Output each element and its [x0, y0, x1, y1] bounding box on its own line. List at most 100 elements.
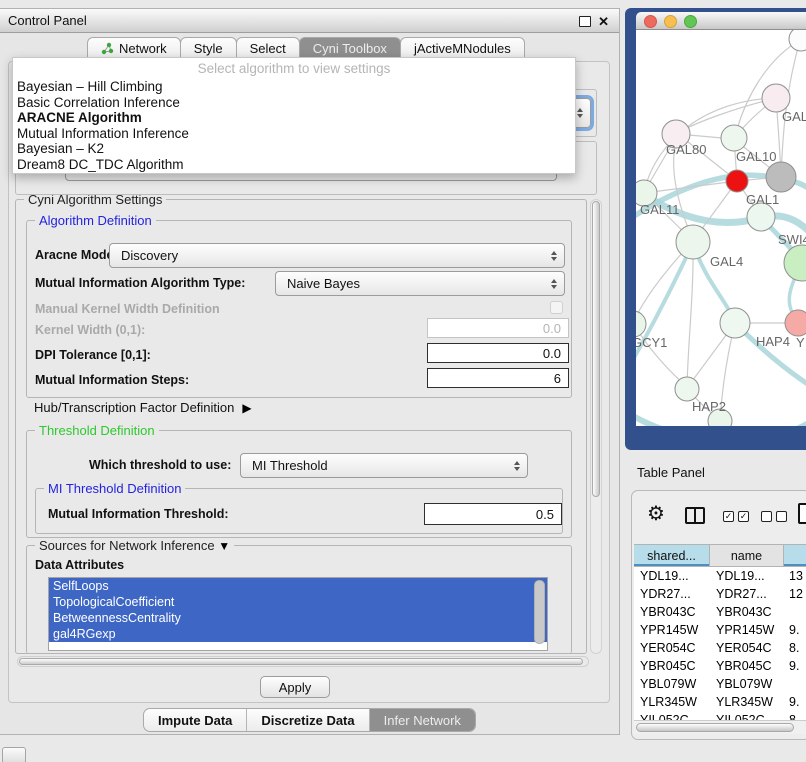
node-gal1-red[interactable] [726, 170, 748, 192]
table-row[interactable]: YDR27...YDR27...12 [634, 585, 806, 603]
split-view-icon[interactable] [685, 507, 705, 524]
node-green-right[interactable] [784, 245, 806, 281]
network-graph: GAL GAL80 GAL10 GAL1 GAL11 SWI4 GAL4 GCY… [636, 30, 806, 426]
edge [644, 181, 737, 193]
table-row[interactable]: YDL19...YDL19...13 [634, 567, 806, 585]
tab-discretize-data[interactable]: Discretize Data [246, 709, 368, 731]
mi-threshold-field[interactable]: 0.5 [424, 503, 562, 525]
network-view-window: GAL GAL80 GAL10 GAL1 GAL11 SWI4 GAL4 GCY… [625, 8, 806, 450]
mi-threshold-definition-group: MI Threshold Definition Mutual Informati… [35, 488, 563, 534]
sources-legend[interactable]: Sources for Network Inference ▼ [35, 538, 234, 553]
algorithm-definition-legend: Algorithm Definition [35, 213, 156, 228]
mi-algorithm-type-combobox[interactable]: Naive Bayes [275, 271, 565, 296]
node-gal-top[interactable] [762, 84, 790, 112]
hub-definition-expander[interactable]: Hub/Transcription Factor Definition ▶ [34, 400, 252, 415]
table-row[interactable]: YBR045CYBR045C9. [634, 657, 806, 675]
table-row[interactable]: YBL079WYBL079W [634, 675, 806, 693]
deselect-all-icon[interactable] [761, 511, 787, 522]
node-top-right[interactable] [789, 30, 806, 51]
tab-cyni-toolbox[interactable]: Cyni Toolbox [299, 37, 401, 59]
node-gray[interactable] [766, 162, 796, 192]
combo-stepper-icon [514, 461, 520, 471]
attribute-item[interactable]: gal4RGexp [49, 626, 547, 642]
window-buttons: ✕ [579, 9, 609, 33]
cyni-bottom-tab-bar: Impute Data Discretize Data Infer Networ… [143, 708, 476, 732]
which-threshold-combobox[interactable]: MI Threshold [240, 453, 528, 478]
mac-zoom-icon[interactable] [684, 15, 697, 28]
node-label: SWI4 [778, 232, 806, 247]
expander-expanded-icon: ▼ [218, 539, 230, 553]
node-label: GAL1 [746, 192, 779, 207]
combo-stepper-icon [551, 251, 557, 261]
tab-impute-data[interactable]: Impute Data [144, 709, 246, 731]
table-hscroll-thumb[interactable] [636, 723, 794, 732]
close-icon[interactable]: ✕ [598, 15, 609, 28]
node-label: Y [796, 335, 805, 350]
table-header-row: shared... name A [634, 544, 806, 567]
float-window-icon[interactable] [579, 16, 591, 27]
new-document-icon[interactable] [798, 503, 806, 524]
mac-minimize-icon[interactable] [664, 15, 677, 28]
algorithm-dropdown-prompt: Select algorithm to view settings [13, 58, 575, 79]
tab-infer-network[interactable]: Infer Network [369, 709, 475, 731]
settings-horizontal-scrollbar[interactable] [17, 656, 589, 667]
table-row[interactable]: YPR145WYPR145W9. [634, 621, 806, 639]
table-row[interactable]: YLR345WYLR345W9. [634, 693, 806, 711]
mi-steps-field[interactable]: 6 [427, 368, 569, 388]
tab-network[interactable]: Network [87, 37, 181, 59]
algorithm-option-selected[interactable]: ARACNE Algorithm [13, 110, 575, 126]
tab-jactivemnodules[interactable]: jActiveMNodules [400, 37, 525, 59]
node-label: GAL11 [640, 202, 680, 217]
node-table: shared... name A YDL19...YDL19...13 YDR2… [634, 544, 806, 730]
table-row[interactable]: YBR043CYBR043C [634, 603, 806, 621]
aracne-mode-value: Discovery [121, 248, 178, 263]
tab-select[interactable]: Select [236, 37, 300, 59]
data-attributes-list[interactable]: SelfLoops TopologicalCoefficient Between… [48, 577, 548, 651]
apply-button[interactable]: Apply [260, 676, 330, 698]
tab-style[interactable]: Style [180, 37, 237, 59]
algorithm-option[interactable]: Mutual Information Inference [13, 126, 575, 142]
attribute-item[interactable]: TopologicalCoefficient [49, 594, 547, 610]
node-label: HAP2 [692, 399, 726, 414]
mac-close-icon[interactable] [644, 15, 657, 28]
minimized-panel-icon[interactable] [2, 747, 26, 762]
attribute-item[interactable]: SelfLoops [49, 578, 547, 594]
hub-definition-label: Hub/Transcription Factor Definition [34, 400, 234, 415]
control-panel-title: Control Panel [0, 13, 87, 28]
threshold-definition-legend: Threshold Definition [35, 423, 159, 438]
node-hap2[interactable] [675, 377, 699, 401]
node-label: HAP4 [756, 334, 790, 349]
table-horizontal-scrollbar[interactable] [634, 720, 806, 734]
hscroll-thumb[interactable] [19, 658, 583, 665]
node-gcy1[interactable] [636, 311, 646, 337]
kernel-width-field: 0.0 [427, 318, 569, 338]
column-header-name[interactable]: name [710, 545, 784, 567]
settings-vertical-scrollbar[interactable] [590, 199, 602, 654]
attribute-item[interactable]: BetweennessCentrality [49, 610, 547, 626]
node-salmon[interactable] [785, 310, 806, 336]
gear-icon[interactable]: ⚙ [647, 504, 665, 524]
algorithm-option[interactable]: Basic Correlation Inference [13, 95, 575, 111]
algorithm-option[interactable]: Bayesian – Hill Climbing [13, 79, 575, 95]
tab-network-label: Network [119, 41, 167, 56]
select-all-icon[interactable]: ✓ ✓ [723, 511, 749, 522]
table-row[interactable]: YER054CYER054C8. [634, 639, 806, 657]
aracne-mode-combobox[interactable]: Discovery [109, 243, 565, 268]
node-gal4[interactable] [676, 225, 710, 259]
vscroll-thumb[interactable] [592, 201, 600, 497]
node-swi4[interactable] [747, 203, 775, 231]
dpi-tolerance-label: DPI Tolerance [0,1]: [35, 345, 151, 365]
manual-kernel-width-label: Manual Kernel Width Definition [35, 302, 220, 316]
algorithm-option[interactable]: Bayesian – K2 [13, 141, 575, 157]
dpi-tolerance-field[interactable]: 0.0 [427, 343, 569, 363]
node-gal10[interactable] [721, 125, 747, 151]
attributes-list-scrollbar[interactable] [534, 580, 545, 644]
algorithm-option[interactable]: Dream8 DC_TDC Algorithm [13, 157, 575, 173]
column-header-shared-name[interactable]: shared... [634, 545, 710, 567]
network-window-titlebar[interactable] [636, 12, 806, 30]
node-hap4[interactable] [720, 308, 750, 338]
column-header-partial[interactable]: A [784, 545, 806, 567]
table-panel-title: Table Panel [637, 465, 705, 480]
aracne-mode-label: Aracne Mode: [35, 243, 118, 268]
network-canvas[interactable]: GAL GAL80 GAL10 GAL1 GAL11 SWI4 GAL4 GCY… [636, 30, 806, 426]
